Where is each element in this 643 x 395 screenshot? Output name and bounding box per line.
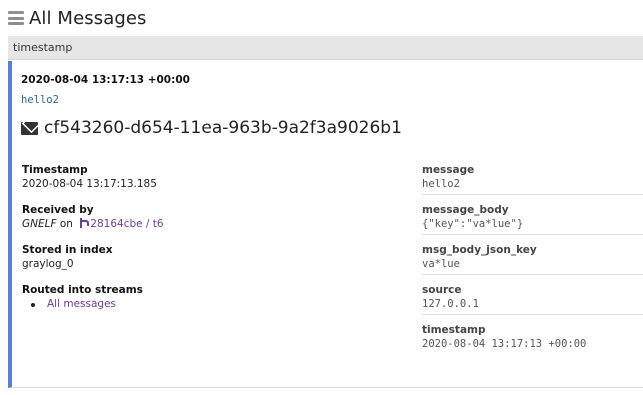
routed-into-streams-label: Routed into streams	[22, 284, 143, 296]
message-timestamp: 2020-08-04 13:17:13 +00:00	[21, 74, 190, 86]
hamburger-icon[interactable]	[8, 11, 24, 25]
field-value: 127.0.0.1	[422, 298, 479, 310]
stream-item: All messages	[30, 298, 402, 310]
stored-in-index-label: Stored in index	[22, 244, 113, 256]
timestamp-value: 2020-08-04 13:17:13.185	[22, 178, 157, 190]
page-title: All Messages	[29, 7, 147, 29]
field-value: {"key":"va*lue"}	[422, 218, 524, 230]
field-name[interactable]: timestamp	[422, 324, 643, 336]
stored-in-index-value: graylog_0	[22, 258, 74, 270]
message-fields: message hello2 message_body {"key":"va*l…	[422, 164, 643, 363]
field-timestamp[interactable]: timestamp 2020-08-04 13:17:13 +00:00	[422, 324, 643, 354]
field-message-body[interactable]: message_body {"key":"va*lue"}	[422, 204, 643, 235]
message-card[interactable]: 2020-08-04 13:17:13 +00:00 hello2 cf5432…	[8, 61, 643, 388]
streams-list: All messages	[22, 298, 402, 310]
field-message[interactable]: message hello2	[422, 164, 643, 195]
field-name[interactable]: source	[422, 284, 643, 296]
stream-link-all-messages[interactable]: All messages	[47, 298, 116, 310]
field-value: va*lue	[422, 258, 460, 270]
input-name: GNELF	[22, 218, 57, 230]
timestamp-label: Timestamp	[22, 164, 88, 176]
message-metadata: Timestamp 2020-08-04 13:17:13.185 Receiv…	[22, 164, 402, 324]
received-by-value: GNELF on 28164cbe / t6	[22, 218, 402, 230]
field-name[interactable]: msg_body_json_key	[422, 244, 643, 256]
message-id-row: cf543260-d654-11ea-963b-9a2f3a9026b1	[21, 118, 402, 138]
field-msg-body-json-key[interactable]: msg_body_json_key va*lue	[422, 244, 643, 275]
code-fork-icon	[79, 218, 90, 228]
field-name[interactable]: message	[422, 164, 643, 176]
field-value: hello2	[422, 178, 460, 190]
field-source[interactable]: source 127.0.0.1	[422, 284, 643, 315]
node-link[interactable]: 28164cbe / t6	[90, 218, 163, 230]
message-text: hello2	[21, 94, 59, 106]
field-value: 2020-08-04 13:17:13 +00:00	[422, 338, 587, 350]
message-id: cf543260-d654-11ea-963b-9a2f3a9026b1	[44, 118, 402, 138]
page-header: All Messages	[8, 6, 147, 30]
column-header-timestamp[interactable]: timestamp	[8, 36, 643, 60]
envelope-icon	[21, 121, 38, 135]
received-by-label: Received by	[22, 204, 94, 216]
streams-list-container: All messages	[22, 298, 402, 310]
on-text: on	[59, 218, 73, 230]
field-name[interactable]: message_body	[422, 204, 643, 216]
